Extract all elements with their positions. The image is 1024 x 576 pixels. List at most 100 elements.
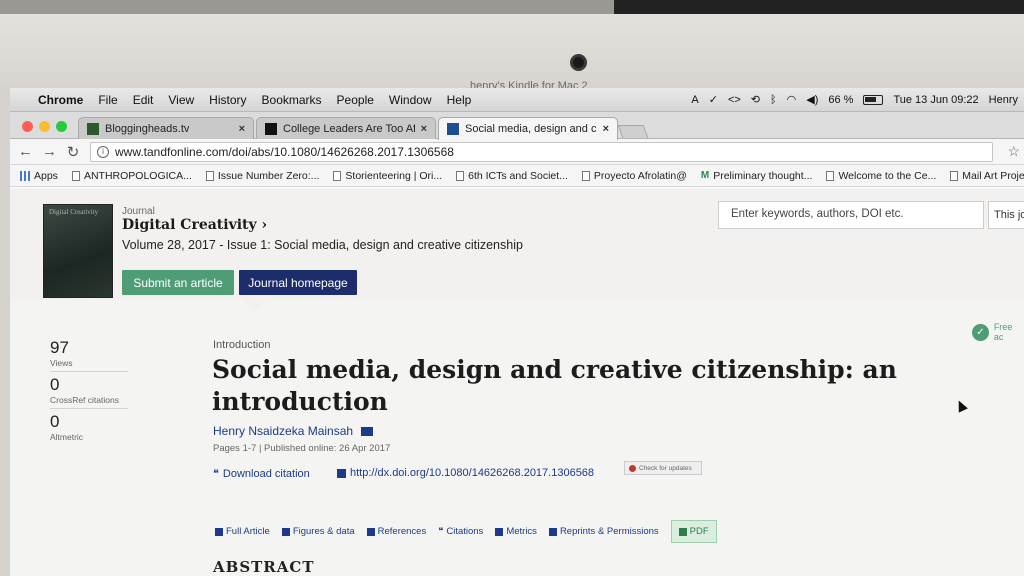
image-icon [281,527,290,536]
tab-figures[interactable]: Figures & data [281,526,355,537]
forward-arrow-icon[interactable]: → [42,143,57,160]
author-link[interactable]: Henry Nsaidzeka Mainsah [213,424,374,438]
new-tab-button[interactable] [617,125,649,138]
metric-crossref: 0 CrossRef citations [50,375,128,409]
menu-history[interactable]: History [209,93,246,107]
page-icon [456,170,465,181]
doi-link[interactable]: http://dx.doi.org/10.1080/14626268.2017.… [337,467,594,479]
external-link-icon [337,468,346,478]
page-icon [581,170,590,181]
info-icon[interactable]: i [97,145,109,158]
tab-references[interactable]: References [366,526,426,537]
zoom-window-button[interactable] [56,121,67,132]
journal-title-link[interactable]: Digital Creativity › [122,217,267,233]
quote-icon: ❝ [213,468,219,480]
mac-menubar: Chrome File Edit View History Bookmarks … [10,88,1024,112]
free-access-badge: ✓ Free ac [972,322,1024,342]
bookmark-item[interactable]: 6th ICTs and Societ... [456,170,568,182]
adobe-icon[interactable]: A [691,94,698,106]
time-machine-icon[interactable]: ⟲ [751,93,760,106]
submit-article-button[interactable]: Submit an article [122,270,234,295]
window-controls [22,121,67,132]
check-for-updates-button[interactable]: Check for updates [624,461,702,475]
bezel-top [0,14,1024,86]
article-body: ✓ Free ac 97 Views 0 CrossRef citations … [10,299,1024,576]
close-window-button[interactable] [22,121,33,132]
bookmark-item[interactable]: M Preliminary thought... [701,170,813,182]
article-type: Introduction [213,339,271,351]
quote-icon: ❝ [438,526,444,537]
close-tab-icon[interactable]: × [421,123,427,135]
browser-toolbar: ← → ↻ i www.tandfonline.com/doi/abs/10.1… [10,139,1024,165]
tab-citations[interactable]: ❝ Citations [438,526,483,537]
menu-bookmarks[interactable]: Bookmarks [262,93,322,107]
journal-label: Journal [122,206,155,217]
page-icon [826,170,835,181]
tab-full-article[interactable]: Full Article [215,526,270,537]
tab-reprints[interactable]: Reprints & Permissions [548,526,659,537]
menu-window[interactable]: Window [389,93,432,107]
chronicle-favicon-icon [265,122,277,135]
tab-metrics[interactable]: Metrics [495,526,537,537]
crossmark-icon [629,464,636,472]
bookmark-item[interactable]: Welcome to the Ce... [826,170,936,182]
abstract-heading: ABSTRACT [213,558,315,576]
wifi-icon[interactable]: ◠ [787,93,797,106]
article-title: Social media, design and creative citize… [212,355,897,416]
menu-help[interactable]: Help [447,93,472,107]
mouse-cursor [954,398,968,413]
publication-info: Pages 1-7 | Published online: 26 Apr 201… [213,443,391,454]
menu-file[interactable]: File [98,93,117,107]
tab-social-media[interactable]: Social media, design and creat × [438,117,618,140]
bookmark-item[interactable]: ANTHROPOLOGICA... [71,170,192,182]
page-icon [950,170,959,181]
user-menu[interactable]: Henry [989,94,1018,106]
menu-view[interactable]: View [168,93,194,107]
url-text: www.tandfonline.com/doi/abs/10.1080/1462… [115,144,454,159]
back-arrow-icon[interactable]: ← [18,143,33,160]
search-scope-select[interactable]: This jo [988,201,1024,229]
journal-homepage-button[interactable]: Journal homepage [239,270,357,295]
tab-bloggingheads[interactable]: Bloggingheads.tv × [78,117,254,139]
printer-icon [548,527,557,536]
battery-percent: 66 % [828,93,854,106]
clock[interactable]: Tue 13 Jun 09:22 [893,94,978,106]
journal-header: Digital Creativity Journal Digital Creat… [10,188,1024,300]
code-icon[interactable]: <> [728,94,741,106]
tandf-favicon-icon [447,123,459,135]
volume-icon[interactable]: ◀) [806,93,818,106]
bookmark-item[interactable]: Storienteering | Ori... [333,170,442,182]
battery-icon[interactable] [863,94,884,105]
page-icon [71,170,80,181]
bar-chart-icon [495,527,504,536]
check-circle-icon[interactable]: ✓ [709,93,718,106]
volume-issue[interactable]: Volume 28, 2017 - Issue 1: Social media,… [122,238,523,252]
search-input[interactable]: Enter keywords, authors, DOI etc. [718,201,984,229]
address-bar[interactable]: i www.tandfonline.com/doi/abs/10.1080/14… [90,141,994,162]
tab-pdf[interactable]: PDF [670,520,717,543]
journal-cover[interactable]: Digital Creativity [43,204,113,298]
tab-strip: Bloggingheads.tv × College Leaders Are T… [10,112,1024,140]
close-tab-icon[interactable]: × [603,123,609,135]
bookmark-item[interactable]: Issue Number Zero:... [205,170,319,182]
header-caret [240,299,268,311]
bookmark-item[interactable]: Mail Art Project Bac... [950,170,1024,182]
article-tabs: Full Article Figures & data References ❝… [215,520,717,543]
menu-people[interactable]: People [337,93,374,107]
checkmark-icon: ✓ [972,323,989,341]
bookmark-star-icon[interactable]: ☆ [1007,143,1020,160]
envelope-icon[interactable] [361,426,374,436]
download-citation-link[interactable]: ❝ Download citation [213,467,310,481]
bookmark-apps[interactable]: Apps [20,170,58,182]
reload-icon[interactable]: ↻ [66,143,80,161]
tab-college-leaders[interactable]: College Leaders Are Too Afraid × [256,117,436,139]
document-icon [215,527,223,536]
menu-chrome[interactable]: Chrome [38,93,83,107]
close-tab-icon[interactable]: × [239,123,245,135]
bookmark-item[interactable]: Proyecto Afrolatin@ [581,170,687,182]
menu-edit[interactable]: Edit [133,93,154,107]
apps-grid-icon [20,170,30,181]
bluetooth-icon[interactable]: ᛒ [770,94,777,106]
bloggingheads-favicon-icon [87,122,99,135]
minimize-window-button[interactable] [39,121,50,132]
